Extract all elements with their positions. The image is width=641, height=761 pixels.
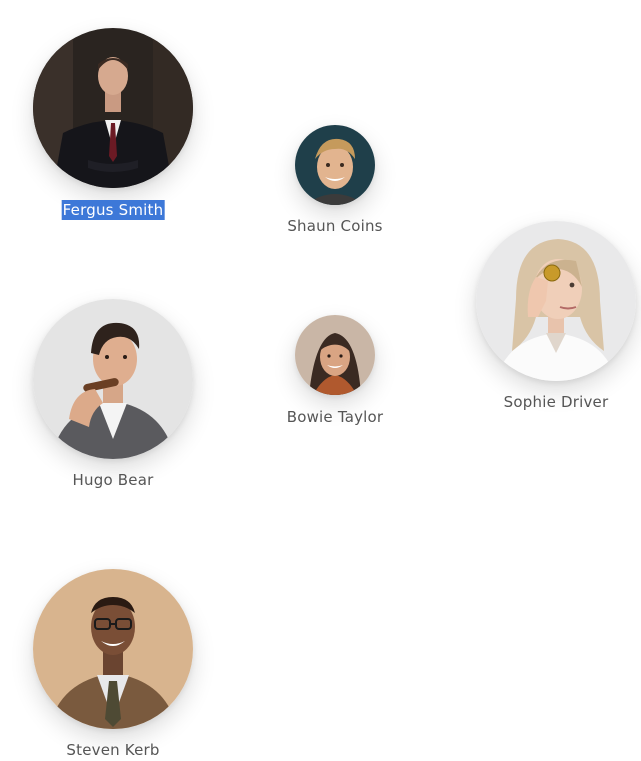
- avatar-photo[interactable]: [33, 299, 193, 459]
- avatar-photo[interactable]: [33, 28, 193, 188]
- member-name[interactable]: Bowie Taylor: [287, 407, 384, 427]
- member-name[interactable]: Hugo Bear: [73, 470, 154, 490]
- man-in-glasses-tweed-jacket-photo-icon: [33, 569, 193, 729]
- smiling-woman-photo-icon: [295, 315, 375, 395]
- avatar-photo[interactable]: [33, 569, 193, 729]
- man-in-dark-suit-photo-icon: [33, 28, 193, 188]
- member-name[interactable]: Sophie Driver: [504, 392, 609, 412]
- member-name[interactable]: Fergus Smith: [61, 200, 165, 220]
- member-name[interactable]: Steven Kerb: [66, 740, 159, 760]
- smiling-young-man-photo-icon: [295, 125, 375, 205]
- avatar-photo[interactable]: [476, 221, 636, 381]
- avatar-photo[interactable]: [295, 125, 375, 205]
- avatar-photo[interactable]: [295, 315, 375, 395]
- man-with-cigar-photo-icon: [33, 299, 193, 459]
- member-name[interactable]: Shaun Coins: [287, 216, 382, 236]
- blonde-woman-holding-coin-photo-icon: [476, 221, 636, 381]
